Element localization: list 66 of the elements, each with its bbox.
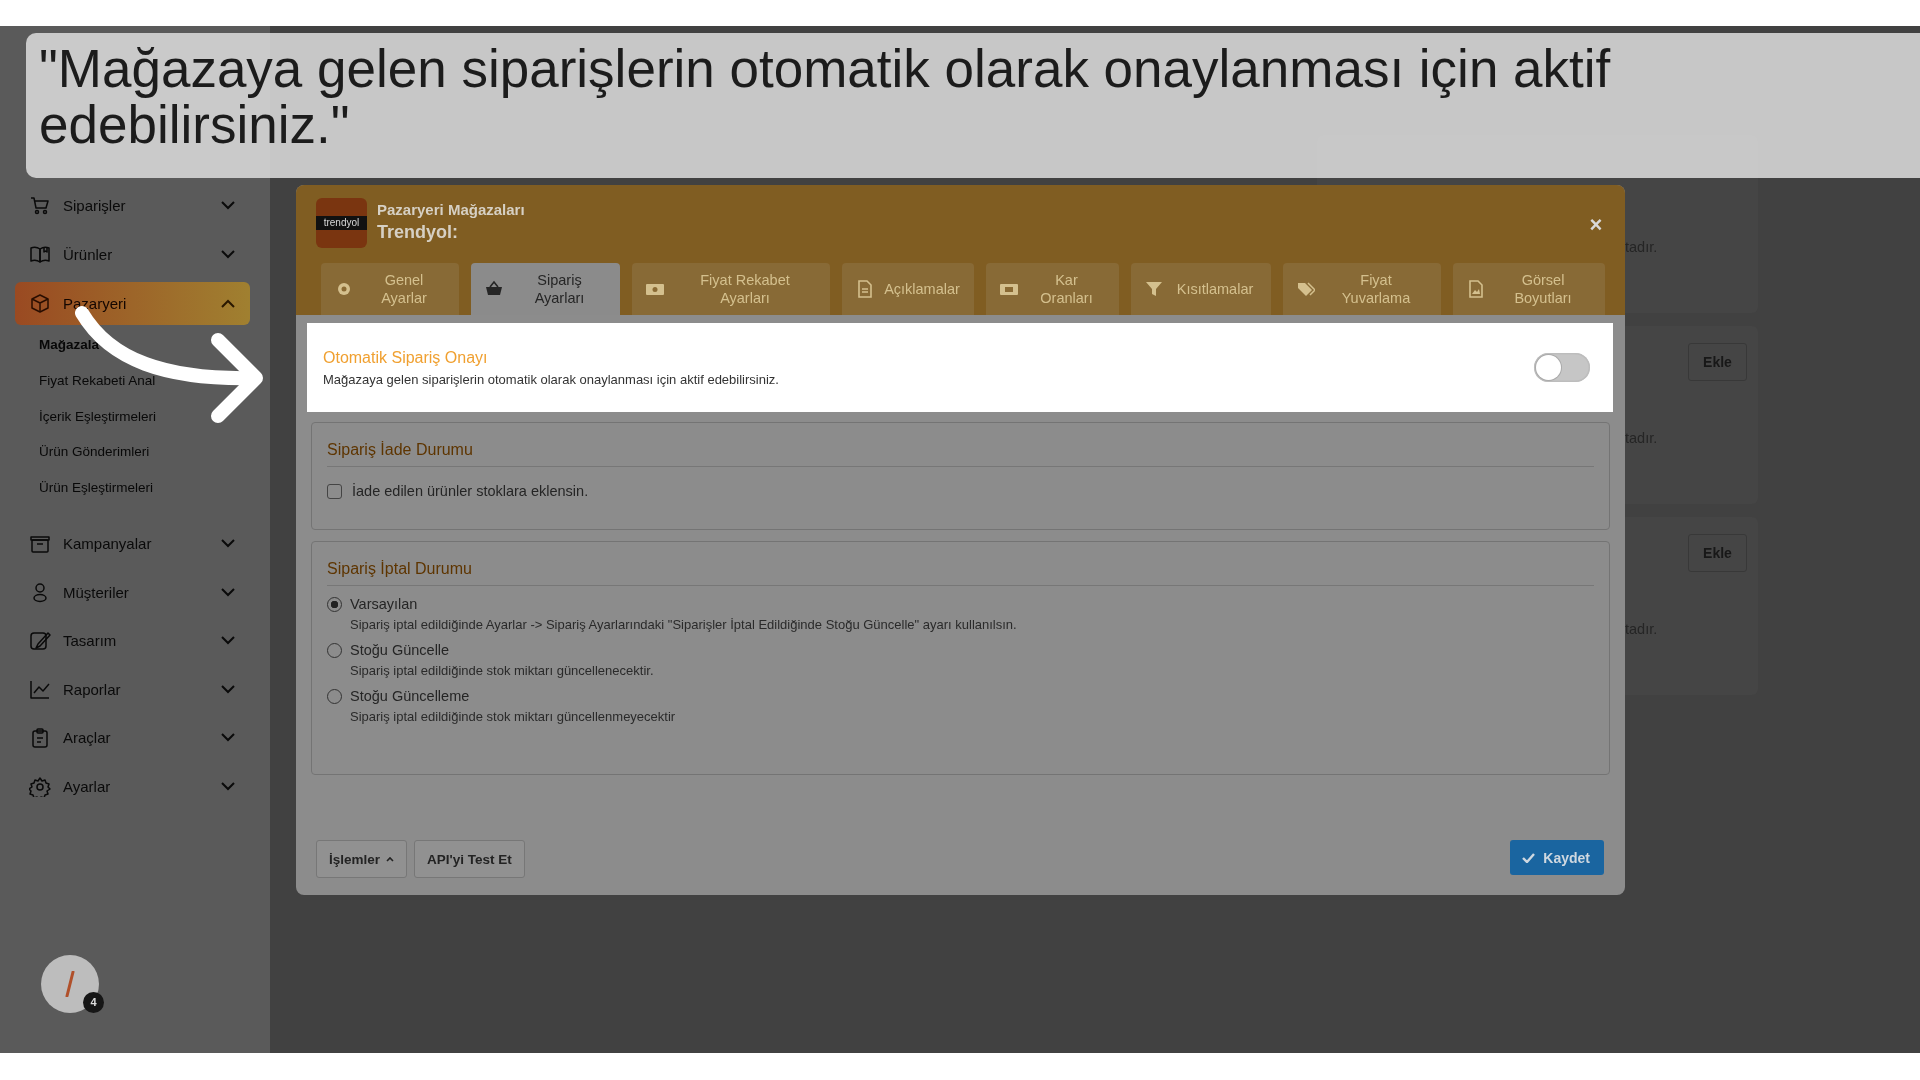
tab[interactable]: Fiyat Yuvarlama [1283, 263, 1441, 315]
submenu-item[interactable]: Ürün Eşleştirmeleri [39, 480, 154, 496]
slash-icon [65, 971, 75, 997]
filter-icon [1145, 280, 1163, 298]
tab[interactable]: Genel Ayarlar [321, 263, 459, 315]
option-description: Sipariş iptal edildiğinde stok miktarı güncellenmeyecektir [349, 709, 677, 724]
submenu-item[interactable]: İçerik Eşleştirmeleri [39, 408, 157, 424]
sidebar-item[interactable]: Siparişler [15, 181, 250, 230]
sidebar-item[interactable]: Kampanyalar [15, 519, 250, 568]
document-icon [856, 280, 874, 298]
chevron-icon[interactable] [221, 733, 235, 743]
save-button[interactable]: Kaydet [1510, 840, 1604, 875]
caption-text: "Mağazaya gelen siparişlerin otomatik olarak onaylanması için aktif edebilirsiniz." [39, 41, 1612, 153]
chevron-icon[interactable] [221, 587, 235, 597]
sidebar-item[interactable]: Müşteriler [15, 567, 250, 617]
store-logo: trendyol [316, 198, 367, 248]
sidebar-item[interactable]: Pazaryeri [15, 281, 250, 325]
modal-title: Trendyol: [377, 222, 459, 243]
sidebar-item[interactable]: Ürünler [15, 230, 250, 279]
checkbox-label: İade edilen ürünler stoklara eklensin. [352, 483, 589, 499]
tags-icon [1297, 280, 1315, 298]
radio-label: Varsayılan [350, 596, 418, 612]
radio-label: Stoğu Güncelleme [350, 688, 470, 704]
tab[interactable]: Sipariş Ayarları [471, 263, 620, 315]
tab[interactable]: Kar Oranları [986, 263, 1119, 315]
cart-icon [29, 195, 51, 217]
section-title: Sipariş İptal Durumu [327, 542, 1594, 586]
modal-subtitle: Pazaryeri Mağazaları [377, 201, 525, 218]
dropdown-button[interactable]: İşlemler [316, 840, 408, 878]
tab[interactable]: Açıklamalar [842, 263, 974, 315]
caret-icon [386, 856, 395, 862]
tab[interactable]: Fiyat Rekabet Ayarları [632, 263, 830, 315]
chart-icon [29, 678, 51, 700]
submenu-item[interactable]: Fiyat Rekabeti Anal [39, 373, 156, 389]
chevron-icon[interactable] [221, 539, 235, 549]
tab[interactable]: Görsel Boyutları [1453, 263, 1605, 315]
sidebar-item[interactable]: Raporlar [15, 664, 250, 714]
check-icon [1522, 852, 1536, 863]
toggle-switch[interactable] [1534, 353, 1590, 382]
clipboard-icon [29, 727, 51, 749]
sidebar-item[interactable]: Tasarım [15, 616, 250, 665]
setting-title: Otomatik Sipariş Onayı [323, 348, 489, 367]
chevron-icon[interactable] [221, 298, 235, 308]
checkbox[interactable] [327, 483, 342, 499]
image-file-icon [1467, 280, 1485, 298]
chevron-icon[interactable] [221, 201, 235, 211]
tab[interactable]: Kısıtlamalar [1131, 263, 1271, 315]
radio-button[interactable] [327, 596, 342, 612]
option-description: Sipariş iptal edildiğinde stok miktarı güncellenecektir. [349, 663, 655, 678]
cube-icon [29, 292, 51, 314]
brush-icon [29, 630, 51, 652]
chevron-icon[interactable] [221, 249, 235, 259]
chevron-icon[interactable] [221, 684, 235, 694]
radio-label: Stoğu Güncelle [350, 642, 450, 658]
section-title: Sipariş İade Durumu [327, 423, 1594, 467]
test-button[interactable]: API'yi Test Et [414, 840, 525, 878]
chevron-icon[interactable] [221, 781, 235, 791]
sidebar-item[interactable]: Ayarlar [15, 761, 250, 811]
submenu-item[interactable]: Mağazala [39, 337, 100, 353]
option-description: Sipariş iptal edildiğinde Ayarlar -> Sipariş Ayarlarındaki "Siparişler İptal Edildiğinde Stoğu Güncelle" ayarı kullanılsın. [349, 617, 1018, 632]
chevron-icon[interactable] [221, 636, 235, 646]
submenu-item[interactable]: Ürün Gönderimleri [39, 444, 150, 460]
close-button[interactable]: × [1587, 216, 1605, 234]
basket-icon [485, 280, 503, 298]
sidebar-item[interactable]: Araçlar [15, 713, 250, 762]
setting-description: Mağazaya gelen siparişlerin otomatik olarak onaylanması için aktif edebilirsiniz. [323, 371, 780, 387]
